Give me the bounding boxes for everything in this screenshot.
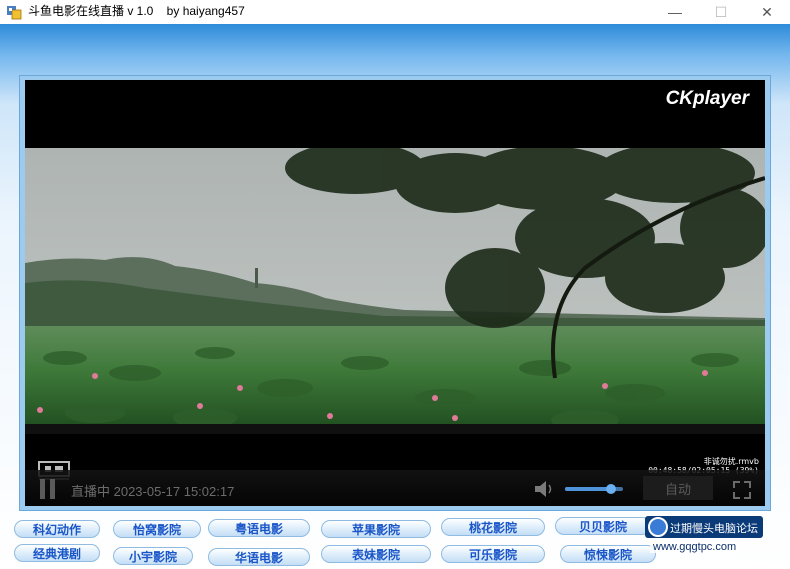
cinema-button-9[interactable]: 华语电影 [208, 548, 310, 566]
watermark-logo-icon [648, 517, 668, 537]
ckplayer-logo: CKplayer [665, 88, 749, 109]
cinema-button-10[interactable]: 表妹影院 [321, 545, 431, 563]
video-frame[interactable] [25, 148, 765, 434]
cinema-button-8[interactable]: 小宇影院 [113, 547, 193, 565]
cinema-button-12[interactable]: 惊悚影院 [560, 545, 656, 563]
cinema-button-5[interactable]: 桃花影院 [441, 518, 545, 536]
cinema-button-4[interactable]: 苹果影院 [321, 520, 431, 538]
close-button[interactable]: ✕ [744, 0, 790, 24]
cinema-button-3[interactable]: 粤语电影 [208, 519, 310, 537]
title-bar: 斗鱼电影在线直播 v 1.0 by haiyang457 — ☐ ✕ [0, 0, 790, 24]
maximize-button[interactable]: ☐ [698, 0, 744, 24]
live-status: 直播中 2023-05-17 15:02:17 [71, 484, 235, 499]
app-icon [7, 6, 22, 20]
video-player[interactable]: CKplayer 非诚勿扰.rmvb 直播中 2023-05-17 15:02:… [25, 80, 765, 506]
control-bar: 直播中 2023-05-17 15:02:17 自动 [25, 470, 765, 506]
close-icon: ✕ [761, 3, 773, 20]
watermark-text: 过期慢头电脑论坛 [670, 523, 758, 535]
minimize-button[interactable]: — [652, 0, 698, 24]
maximize-icon: ☐ [714, 3, 728, 20]
pause-icon[interactable] [35, 475, 61, 503]
volume-icon[interactable] [533, 479, 555, 499]
fullscreen-icon[interactable] [733, 481, 751, 499]
minimize-icon: — [668, 4, 682, 20]
watermark-url: www.gqgtpc.com [650, 541, 740, 553]
cinema-button-11[interactable]: 可乐影院 [441, 545, 545, 563]
volume-fill [565, 487, 612, 491]
auto-quality-button[interactable]: 自动 [643, 476, 713, 500]
cinema-button-1[interactable]: 科幻动作 [14, 520, 100, 538]
window-title: 斗鱼电影在线直播 v 1.0 by haiyang457 [28, 4, 245, 18]
volume-slider[interactable] [565, 484, 623, 494]
volume-knob[interactable] [606, 484, 617, 494]
cinema-button-6[interactable]: 贝贝影院 [555, 517, 651, 535]
cinema-button-7[interactable]: 经典港剧 [14, 544, 100, 562]
cinema-button-2[interactable]: 怡窝影院 [113, 520, 201, 538]
